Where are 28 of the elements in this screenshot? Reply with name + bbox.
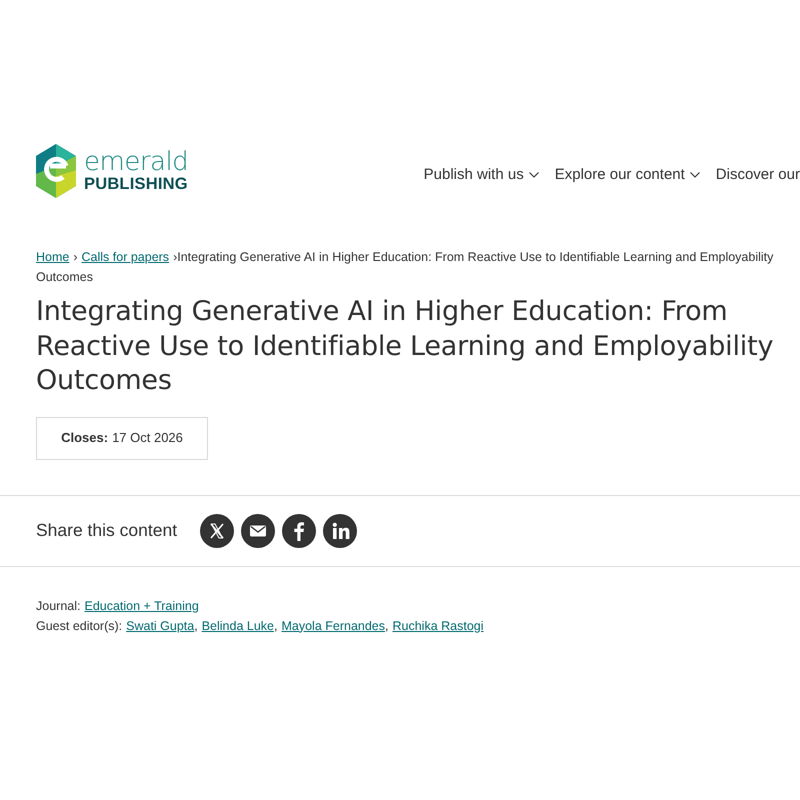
detail-label: Journal: [36,598,80,612]
closing-date: 17 Oct 2026 [112,429,183,448]
logo-subtitle: PUBLISHING [84,175,188,193]
linkedin-logo-share-button[interactable] [323,514,357,548]
logo-wordmark: emerald [84,149,188,175]
breadcrumb-link[interactable]: Home [36,250,70,264]
share-label: Share this content [36,519,178,542]
detail-link[interactable]: Swati Gupta [126,618,194,632]
logo[interactable]: emerald PUBLISHING [36,144,188,198]
breadcrumb-trail: Home › Calls for papers ›Integrating Generative AI in Higher Education: From Reactive Use to Identifiable Learning and Employability Outcomes [36,249,774,286]
detail-link[interactable]: Belinda Luke [202,618,274,632]
x-logo-share-button[interactable] [200,514,234,548]
nav-menu-item[interactable]: Discover our [716,164,800,186]
list-separator: , [385,618,388,632]
envelope-share-button[interactable] [241,514,275,548]
detail-label: Guest editor(s): [36,618,122,632]
detail-link[interactable]: Mayola Fernandes [281,618,386,632]
nav-menu-item[interactable]: Publish with us [424,164,539,186]
list-separator: , [274,618,278,632]
nav-menu-item[interactable]: Explore our content [554,164,700,186]
facebook-logo-share-button[interactable] [282,514,316,548]
page-title: Integrating Generative AI in Higher Education: From Reactive Use to Identifiable Learning and Employability Outcomes [35,295,774,398]
closing-label: Closes: [61,429,108,448]
detail-link[interactable]: Education + Training [84,598,199,612]
list-separator: , [194,618,198,632]
breadcrumb-link[interactable]: Calls for papers [82,250,170,264]
hexagon-logo-icon [36,144,76,198]
detail-link[interactable]: Ruchika Rastogi [392,618,484,632]
